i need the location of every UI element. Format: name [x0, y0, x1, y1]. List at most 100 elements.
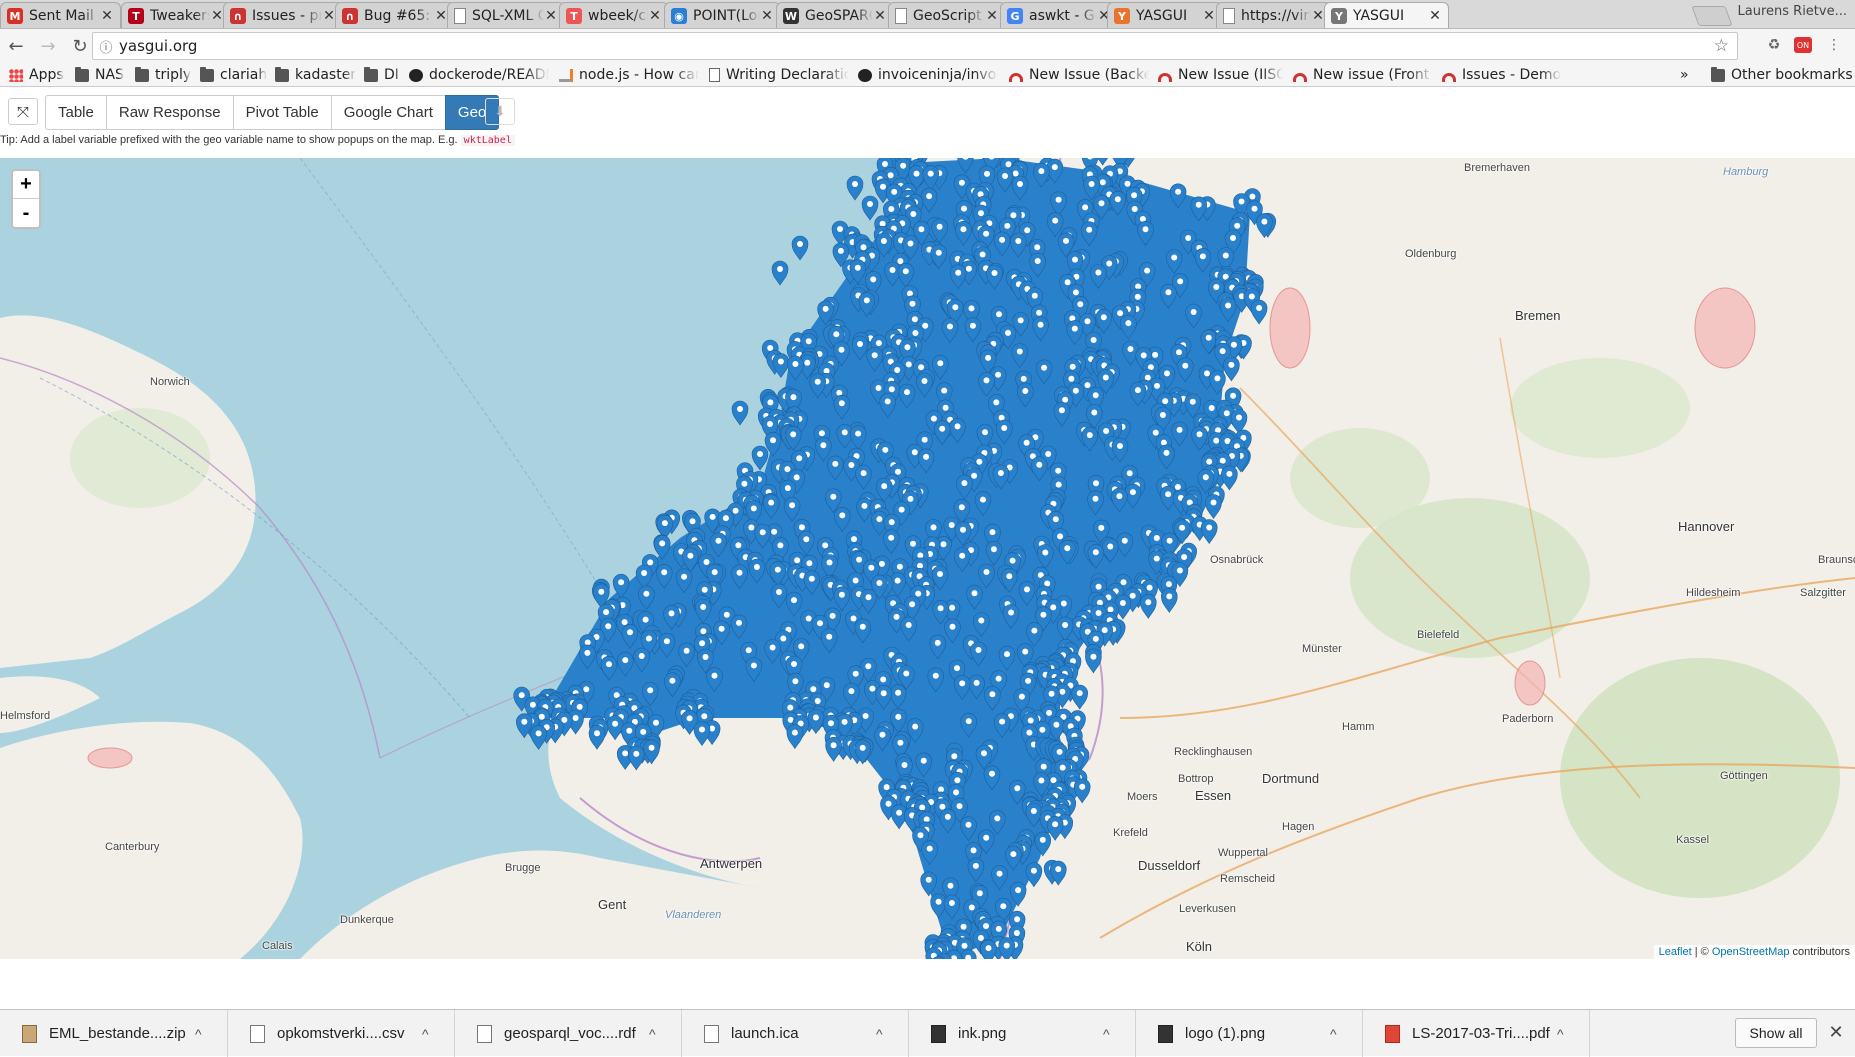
download-item[interactable]: logo (1).png ^ — [1136, 1010, 1363, 1057]
tab-8[interactable]: W GeoSPARQ ✕ — [776, 2, 894, 28]
close-icon[interactable]: ✕ — [1826, 1020, 1846, 1044]
leaflet-link[interactable]: Leaflet — [1659, 946, 1692, 958]
info-icon[interactable]: ⓘ — [93, 37, 119, 56]
download-item[interactable]: ink.png ^ — [909, 1010, 1136, 1057]
map-marker-icon[interactable] — [861, 195, 879, 221]
plugin-pivot-table-button[interactable]: Pivot Table — [232, 95, 332, 130]
bookmark-apps[interactable]: Apps — [9, 66, 67, 84]
bookmarks-overflow-icon[interactable]: » — [1680, 66, 1689, 84]
forest-patch — [1560, 658, 1840, 898]
bookmark-invoiceninja-invoi[interactable]: invoiceninja/invoi — [858, 66, 998, 84]
attribution-sep: | © — [1691, 946, 1712, 958]
bookmark-new-issue-iisg[interactable]: New Issue (IISG) — [1158, 66, 1283, 84]
bookmark-clariah[interactable]: clariah — [200, 66, 268, 84]
bookmark-di[interactable]: DI — [364, 66, 402, 84]
other-bookmarks[interactable]: Other bookmarks — [1711, 66, 1853, 84]
map-marker-icon[interactable] — [846, 175, 864, 201]
close-tab-icon[interactable]: ✕ — [648, 8, 662, 24]
chevron-up-icon[interactable]: ^ — [1103, 1026, 1119, 1042]
close-tab-icon[interactable]: ✕ — [1202, 8, 1216, 24]
show-all-button[interactable]: Show all — [1735, 1018, 1817, 1048]
profile-name[interactable]: Laurens Rietve... — [1738, 4, 1847, 19]
download-item[interactable]: launch.ica ^ — [682, 1010, 909, 1057]
folder-icon — [75, 66, 89, 82]
chevron-up-icon[interactable]: ^ — [1557, 1026, 1573, 1042]
zoom-out-button[interactable]: - — [13, 199, 39, 227]
bookmark-dockerode-readm[interactable]: dockerode/READM — [409, 66, 549, 84]
redmine-icon — [1158, 72, 1172, 82]
attribution-tail: contributors — [1789, 946, 1850, 958]
tab-4[interactable]: ∩ Bug #65: N✕ — [335, 2, 455, 28]
bookmark-new-issue-backer[interactable]: New Issue (Backer — [1009, 66, 1149, 84]
folder-icon — [275, 66, 289, 82]
map-marker-icon[interactable] — [731, 400, 749, 426]
city-label-braunschweig: Braunschweig — [1818, 554, 1855, 566]
forward-arrow-icon[interactable]: → — [32, 31, 64, 61]
bookmarks-bar: Apps NAS triply clariah kadaster DI dockerode/… — [0, 63, 1855, 87]
bookmark-nas[interactable]: NAS — [75, 66, 127, 84]
zoom-in-button[interactable]: + — [13, 171, 39, 199]
chevron-up-icon[interactable]: ^ — [649, 1026, 665, 1042]
bookmark-node-js-how-can[interactable]: node.js - How can — [559, 66, 699, 84]
close-tab-icon[interactable]: ✕ — [985, 8, 999, 24]
bookmark-writing-declaratio[interactable]: Writing Declaratio — [709, 66, 849, 84]
tab-3[interactable]: ∩ Issues - pr ✕ — [223, 2, 343, 28]
map-tiles — [0, 158, 1855, 959]
tab-1[interactable]: M Sent Mail - ✕ — [0, 2, 121, 28]
fullscreen-icon[interactable]: ⤧ — [8, 98, 38, 125]
download-item[interactable]: EML_bestande....zip ^ — [0, 1010, 228, 1057]
folder-icon — [364, 66, 378, 82]
plugin-raw-response-button[interactable]: Raw Response — [105, 95, 234, 130]
download-item[interactable]: geosparql_voc....rdf ^ — [455, 1010, 682, 1057]
tab-7[interactable]: ◉ POINT(Lor ✕ — [664, 2, 781, 28]
osm-link[interactable]: OpenStreetMap — [1712, 946, 1790, 958]
bookmark-new-issue-front-e[interactable]: New issue (Front e — [1293, 66, 1433, 84]
city-label-m-nster: Münster — [1302, 643, 1342, 655]
close-tab-icon[interactable]: ✕ — [1428, 8, 1442, 24]
map-marker-icon[interactable] — [530, 725, 547, 750]
tab-5[interactable]: SQL-XML C ✕ — [447, 2, 565, 28]
plugin-google-chart-button[interactable]: Google Chart — [330, 95, 446, 130]
close-tab-icon[interactable]: ✕ — [100, 8, 114, 24]
map-marker-icon[interactable] — [751, 445, 769, 471]
menu-kebab-icon[interactable]: ⋮ — [1824, 35, 1844, 55]
bookmark-star-icon[interactable]: ☆ — [1714, 36, 1729, 56]
download-item[interactable]: opkomstverki....csv ^ — [228, 1010, 455, 1057]
plugin-table-button[interactable]: Table — [45, 95, 107, 130]
bookmark-issues-demo[interactable]: Issues - Demo — [1442, 66, 1582, 84]
map-marker-icon[interactable] — [791, 235, 809, 261]
pdf-file-icon — [1385, 1024, 1400, 1043]
bookmark-kadaster[interactable]: kadaster — [275, 66, 357, 84]
extension-icon[interactable]: ♻ — [1764, 35, 1784, 55]
download-icon[interactable]: ⬇ — [485, 98, 515, 125]
geo-map[interactable]: Bremerhaven Hamburg Oldenburg Bremen Norwich… — [0, 158, 1855, 959]
close-tab-icon[interactable]: ✕ — [760, 8, 774, 24]
download-item[interactable]: LS-2017-03-Tri....pdf ^ — [1363, 1010, 1590, 1057]
chevron-up-icon[interactable]: ^ — [195, 1026, 211, 1042]
close-tab-icon[interactable]: ✕ — [210, 8, 224, 24]
tab-12[interactable]: https://virt ✕ — [1216, 2, 1332, 28]
back-arrow-icon[interactable]: ← — [0, 31, 32, 61]
chevron-up-icon[interactable]: ^ — [422, 1026, 438, 1042]
map-marker-icon[interactable] — [771, 260, 789, 286]
new-tab-button[interactable] — [1691, 6, 1733, 26]
city-label-antwerpen: Antwerpen — [700, 856, 763, 871]
chevron-up-icon[interactable]: ^ — [1330, 1026, 1346, 1042]
close-tab-icon[interactable]: ✕ — [434, 8, 448, 24]
tab-10[interactable]: Gaswkt - Go ✕ — [1000, 2, 1118, 28]
extension-badge-icon[interactable]: ON — [1794, 37, 1812, 53]
tab-9[interactable]: GeoScript ✕ — [888, 2, 1006, 28]
map-marker-icon[interactable] — [980, 939, 997, 959]
close-tab-icon[interactable]: ✕ — [544, 8, 558, 24]
tab-13[interactable]: Y YASGUI ✕ — [1324, 2, 1449, 28]
close-tab-icon[interactable]: ✕ — [322, 8, 336, 24]
bookmark-triply[interactable]: triply — [135, 66, 193, 84]
city-label-hannover: Hannover — [1678, 519, 1735, 534]
tab-6[interactable]: Twbeek/cbs✕ — [559, 2, 669, 28]
address-bar[interactable]: ⓘ yasgui.org ☆ — [92, 32, 1738, 60]
chevron-up-icon[interactable]: ^ — [876, 1026, 892, 1042]
tab-11[interactable]: Y YASGUI ✕ — [1107, 2, 1223, 28]
close-tab-icon[interactable]: ✕ — [1311, 8, 1325, 24]
tab-2[interactable]: T Tweakers -✕ — [121, 2, 231, 28]
close-tab-icon[interactable]: ✕ — [873, 8, 887, 24]
